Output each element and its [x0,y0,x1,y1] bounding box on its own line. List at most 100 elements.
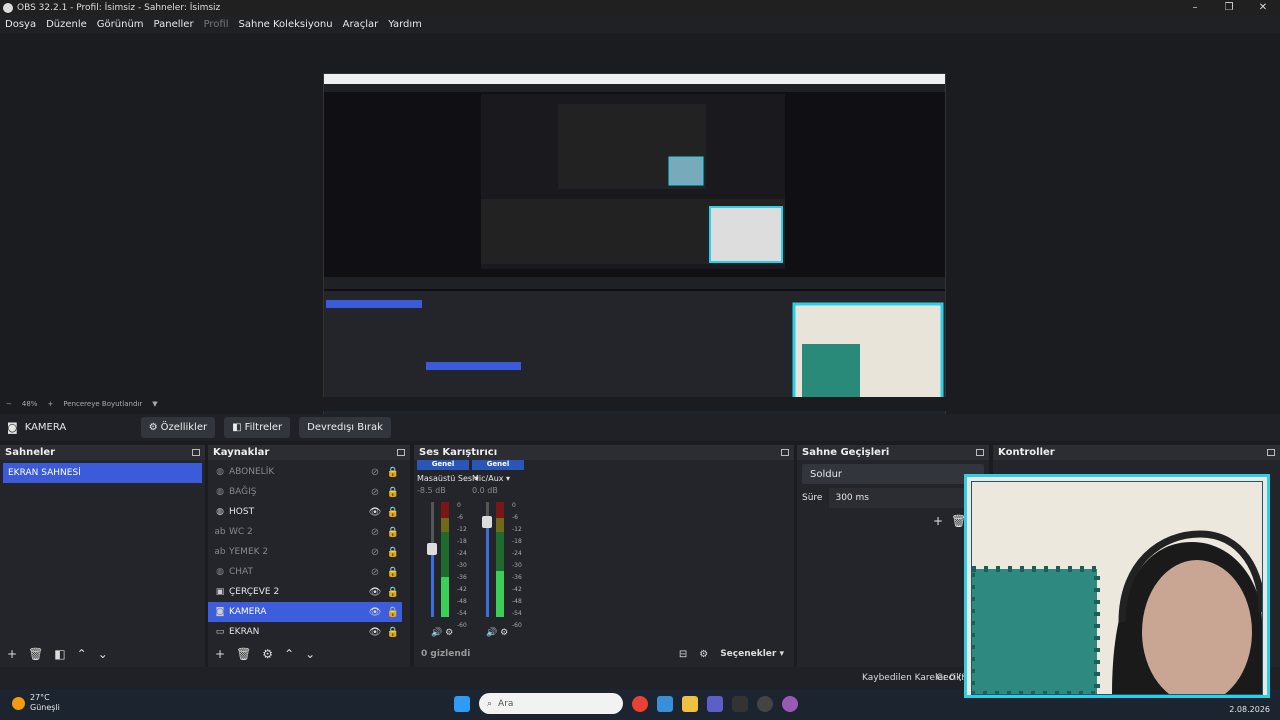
lock-icon[interactable]: 🔒 [384,467,402,478]
source-item[interactable]: ◍ CHAT ⊘ 🔒 [208,562,402,582]
lock-icon[interactable]: 🔒 [384,507,402,518]
arrow-down-icon[interactable]: ⌄ [98,647,108,661]
gear-icon: ⚙ [148,422,158,433]
weather-text: Güneşli [30,703,60,712]
layout-icon[interactable]: ⊟ [679,649,687,660]
resize-to-window[interactable]: Pencereye Boyutlandır [63,400,142,408]
meter-tick: 0 [457,502,461,509]
maximize-button[interactable]: ❐ [1212,2,1246,13]
preview-area[interactable] [0,33,1280,423]
fader-handle[interactable] [482,515,492,528]
channel-select[interactable]: Masaüstü Ses ▾ [417,474,479,483]
meter-tick: -48 [512,598,522,605]
undock-icon[interactable] [976,449,984,456]
menu-item[interactable]: Profil [204,19,229,30]
menu-item[interactable]: Görünüm [97,19,144,30]
eye-icon[interactable]: 👁 [366,507,384,518]
filters-button[interactable]: ◧ Filtreler [224,417,291,438]
transition-select[interactable]: Soldur [802,464,984,484]
eye-slash-icon[interactable]: ⊘ [366,567,384,578]
settings-icon[interactable]: ⚙ [699,649,708,660]
chrome-icon[interactable] [632,695,648,712]
source-item[interactable]: ▣ ÇERÇEVE 2 👁 🔒 [208,582,402,602]
lock-icon[interactable]: 🔒 [384,587,402,598]
settings-icon[interactable]: ⚙ [500,628,508,638]
lock-icon[interactable]: 🔒 [384,627,402,638]
arrow-up-icon[interactable]: ⌃ [77,647,87,661]
filter-icon[interactable]: ◧ [54,647,65,661]
source-item[interactable]: ab WC 2 ⊘ 🔒 [208,522,402,542]
menu-item[interactable]: Sahne Koleksiyonu [239,19,333,30]
duration-input[interactable]: 300 ms [829,488,970,508]
close-button[interactable]: ✕ [1246,2,1280,13]
lock-icon[interactable]: 🔒 [384,607,402,618]
source-item[interactable]: ◍ BAĞIŞ ⊘ 🔒 [208,482,402,502]
display-icon: ▭ [215,627,225,637]
zoom-out-button[interactable]: − [6,400,12,408]
eye-icon[interactable]: 👁 [366,627,384,638]
minimize-button[interactable]: – [1178,2,1212,13]
volume-icon[interactable]: 🔊 [486,628,497,638]
add-transition-icon[interactable]: + [933,514,943,528]
photos-icon[interactable] [657,695,673,712]
deactivate-button[interactable]: Devredışı Bırak [299,417,391,438]
add-icon[interactable]: + [215,647,225,661]
lock-icon[interactable]: 🔒 [384,547,402,558]
source-list: ◍ ABONELİK ⊘ 🔒 ◍ BAĞIŞ ⊘ 🔒 ◍ HOST 👁 🔒 ab WC 2 ⊘ 🔒 ab YEME… [208,462,402,642]
arrow-up-icon[interactable]: ⌃ [284,647,294,661]
volume-icon[interactable]: 🔊 [431,628,442,638]
arrow-down-icon[interactable]: ⌄ [305,647,315,661]
menu-item[interactable]: Paneller [154,19,194,30]
source-item[interactable]: ◙ KAMERA 👁 🔒 [208,602,402,622]
undock-icon[interactable] [781,449,789,456]
channel-select[interactable]: Mic/Aux ▾ [472,474,524,483]
trash-icon[interactable]: 🗑 [236,647,251,661]
file-explorer-icon[interactable] [682,695,698,712]
undock-icon[interactable] [192,449,200,456]
source-item[interactable]: ◍ ABONELİK ⊘ 🔒 [208,462,402,482]
trash-icon[interactable]: 🗑 [28,647,43,661]
menu-item[interactable]: Araçlar [343,19,379,30]
eye-icon[interactable]: 👁 [366,587,384,598]
menu-item[interactable]: Yardım [388,19,422,30]
webcam-feed-image [969,482,1266,695]
source-item[interactable]: ▭ EKRAN 👁 🔒 [208,622,402,642]
settings-icon[interactable]: ⚙ [445,628,453,638]
source-item[interactable]: ◍ HOST 👁 🔒 [208,502,402,522]
messenger-icon[interactable] [782,695,798,712]
eye-slash-icon[interactable]: ⊘ [366,487,384,498]
lock-icon[interactable]: 🔒 [384,527,402,538]
properties-button[interactable]: ⚙ Özellikler [140,417,216,438]
meter-tick: -54 [512,610,522,617]
eye-slash-icon[interactable]: ⊘ [366,467,384,478]
meter-scale: 0 -6 -12 -18 -24 -30 -36 -42 -48 -54 -60 [457,500,467,632]
meter-tick: -36 [512,574,522,581]
lock-icon[interactable]: 🔒 [384,487,402,498]
weather-widget[interactable]: 27°C Güneşli [12,693,60,713]
eye-slash-icon[interactable]: ⊘ [366,547,384,558]
gear-icon[interactable]: ⚙ [262,647,273,661]
taskbar-search[interactable]: ⌕ Ara [479,693,623,714]
lock-icon[interactable]: 🔒 [384,567,402,578]
eye-slash-icon[interactable]: ⊘ [366,527,384,538]
chevron-down-icon[interactable]: ▼ [152,400,157,408]
add-icon[interactable]: + [7,647,17,661]
fader-handle[interactable] [427,543,437,556]
source-item[interactable]: ab YEMEK 2 ⊘ 🔒 [208,542,402,562]
undock-icon[interactable] [397,449,405,456]
scene-item[interactable]: EKRAN SAHNESİ [3,463,202,483]
windows-start-icon[interactable] [454,695,470,712]
undock-icon[interactable] [1267,449,1275,456]
transitions-dock: Sahne Geçişleri Soldur Süre 300 ms + 🗑 [797,445,989,667]
menu-item[interactable]: Düzenle [46,19,87,30]
zoom-in-button[interactable]: + [47,400,53,408]
menu-item[interactable]: Dosya [5,19,36,30]
channel-name: Mic/Aux [472,474,504,483]
teams-icon[interactable] [707,695,723,712]
browser-icon: ◍ [216,567,224,577]
options-button[interactable]: Seçenekler ▾ [720,649,784,659]
epic-games-icon[interactable] [732,695,748,712]
eye-icon[interactable]: 👁 [366,607,384,618]
obs-icon[interactable] [757,695,773,712]
nested-obs-capture [324,74,945,422]
